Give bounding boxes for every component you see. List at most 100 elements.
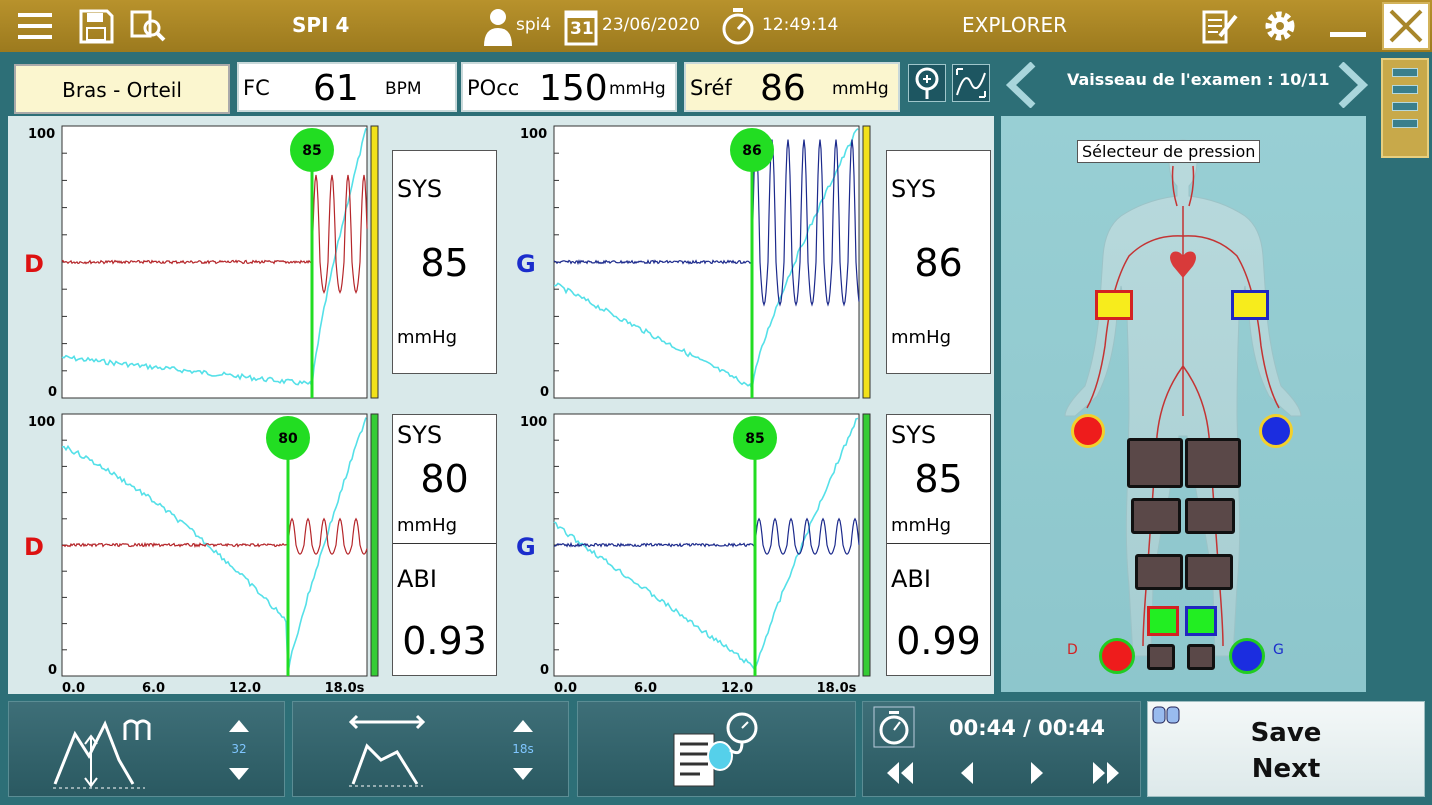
y-max-label: 100 <box>28 127 55 142</box>
y-min-label: 0 <box>540 663 549 678</box>
menu-list-button[interactable] <box>1381 58 1429 158</box>
menu-list-icon <box>1383 68 1427 128</box>
cuff-right-thigh[interactable] <box>1127 438 1183 488</box>
gear-icon[interactable] <box>1260 6 1300 46</box>
sref-label: Sréf <box>690 76 732 100</box>
cuff-left-ankle[interactable] <box>1185 606 1217 636</box>
vessel-label: Vaisseau de l'examen : 10/11 <box>1067 70 1330 89</box>
fc-value: 61 <box>313 68 359 109</box>
body-diagram-panel: Sélecteur de pression D G <box>1001 116 1366 692</box>
quality-bar <box>370 125 379 399</box>
sys-label: SYS <box>891 421 937 449</box>
time-scale-control: 18s <box>292 701 569 797</box>
systolic-marker-value: 80 <box>278 431 298 447</box>
cuff-left-thigh[interactable] <box>1185 438 1241 488</box>
gain-up-icon[interactable] <box>227 718 251 734</box>
systolic-marker-value: 85 <box>302 143 321 159</box>
close-button[interactable] <box>1382 2 1430 50</box>
quality-bar <box>370 413 379 677</box>
user-icon <box>484 9 512 46</box>
top-bar: SPI 4 spi4 31 23/06/2020 12:49:14 EXPLOR… <box>0 0 1432 52</box>
charts-canvas: 100 0 D 85 100 0 G 86 100 0 D 80 0.0 6.0 12.0 18.0s 100 0… <box>24 125 871 694</box>
fc-unit: BPM <box>385 79 422 99</box>
time-scale-icon[interactable] <box>347 712 427 788</box>
chevron-right-icon[interactable] <box>1333 62 1369 108</box>
pocc-field: POcc 150 mmHg <box>461 62 677 112</box>
stopwatch-icon <box>722 8 754 45</box>
gain-value: 32 <box>231 742 247 756</box>
app-title: SPI 4 <box>292 13 350 37</box>
side-letter: G <box>516 250 536 278</box>
minimize-icon[interactable] <box>1328 6 1368 46</box>
pressure-selector-label: Sélecteur de pression <box>1077 140 1261 163</box>
report-edit-icon[interactable] <box>1200 6 1240 46</box>
y-max-label: 100 <box>520 127 547 142</box>
side-letter: G <box>516 533 536 561</box>
x-tick-label: 0.0 <box>62 681 85 694</box>
sys-label: SYS <box>397 421 443 449</box>
cuff-right-knee[interactable] <box>1131 498 1181 534</box>
zoom-button[interactable] <box>908 64 946 102</box>
cuff-right-toe[interactable] <box>1147 644 1175 670</box>
cuff-right-wrist[interactable] <box>1071 414 1105 448</box>
cuff-left-wrist[interactable] <box>1259 414 1293 448</box>
cuff-left-toe-sensor[interactable] <box>1229 638 1265 674</box>
cuff-right-calf[interactable] <box>1135 554 1183 590</box>
rewind-icon[interactable] <box>885 760 915 786</box>
report-button[interactable] <box>577 701 856 797</box>
next-label: Next <box>1251 754 1321 784</box>
fc-label: FC <box>243 76 270 100</box>
y-min-label: 0 <box>48 663 57 678</box>
cuff-right-arm[interactable] <box>1095 290 1133 320</box>
position-label: Bras - Orteil <box>62 78 182 102</box>
sys-value: 80 <box>420 457 469 501</box>
mode-label: EXPLORER <box>962 13 1067 37</box>
fc-field: FC 61 BPM <box>237 62 457 112</box>
pocc-label: POcc <box>467 76 520 100</box>
cuff-right-toe-sensor[interactable] <box>1099 638 1135 674</box>
gain-control: 32 <box>8 701 285 797</box>
fit-curve-icon <box>956 68 986 98</box>
step-forward-icon[interactable] <box>1027 760 1047 786</box>
left-side-letter: G <box>1273 642 1284 658</box>
sys-value: 85 <box>914 457 963 501</box>
abi-value: 0.99 <box>896 619 981 663</box>
time-scale-down-icon[interactable] <box>511 766 535 782</box>
save-next-button[interactable]: Save Next <box>1147 701 1425 797</box>
abi-label: ABI <box>891 565 931 593</box>
x-tick-label: 12.0 <box>721 681 753 694</box>
fit-curve-button[interactable] <box>952 64 990 102</box>
quality-bar <box>862 125 871 399</box>
charts-panel: 100 0 D 85 100 0 G 86 100 0 D 80 0.0 6.0 12.0 18.0s 100 0… <box>8 116 994 694</box>
search-report-icon[interactable] <box>128 6 168 46</box>
x-tick-label: 0.0 <box>554 681 577 694</box>
chevron-left-icon[interactable] <box>1005 62 1041 108</box>
cuff-left-calf[interactable] <box>1185 554 1233 590</box>
sys-unit: mmHg <box>891 327 952 348</box>
sys-value: 85 <box>420 241 469 285</box>
cuff-left-knee[interactable] <box>1185 498 1235 534</box>
exam-date: 23/06/2020 <box>602 15 700 35</box>
calendar-day: 31 <box>570 19 594 39</box>
x-tick-label: 18.0s <box>817 681 857 694</box>
step-back-icon[interactable] <box>957 760 977 786</box>
gain-down-icon[interactable] <box>227 766 251 782</box>
sys-value: 86 <box>914 241 963 285</box>
position-field[interactable]: Bras - Orteil <box>14 64 230 114</box>
exam-time: 12:49:14 <box>762 15 839 35</box>
pocc-unit: mmHg <box>609 79 666 99</box>
time-scale-value: 18s <box>512 742 534 756</box>
timer-icon <box>873 706 915 748</box>
abi-label: ABI <box>397 565 437 593</box>
sys-box-top-left: SYS 85 mmHg <box>392 150 497 374</box>
cuff-right-ankle[interactable] <box>1147 606 1179 636</box>
save-icon[interactable] <box>76 6 116 46</box>
amplitude-icon[interactable] <box>49 710 159 790</box>
hamburger-icon[interactable] <box>16 6 56 46</box>
cuff-left-toe[interactable] <box>1187 644 1215 670</box>
fast-forward-icon[interactable] <box>1091 760 1121 786</box>
time-scale-up-icon[interactable] <box>511 718 535 734</box>
cuff-left-arm[interactable] <box>1231 290 1269 320</box>
x-tick-label: 6.0 <box>142 681 165 694</box>
quality-bar <box>862 413 871 677</box>
